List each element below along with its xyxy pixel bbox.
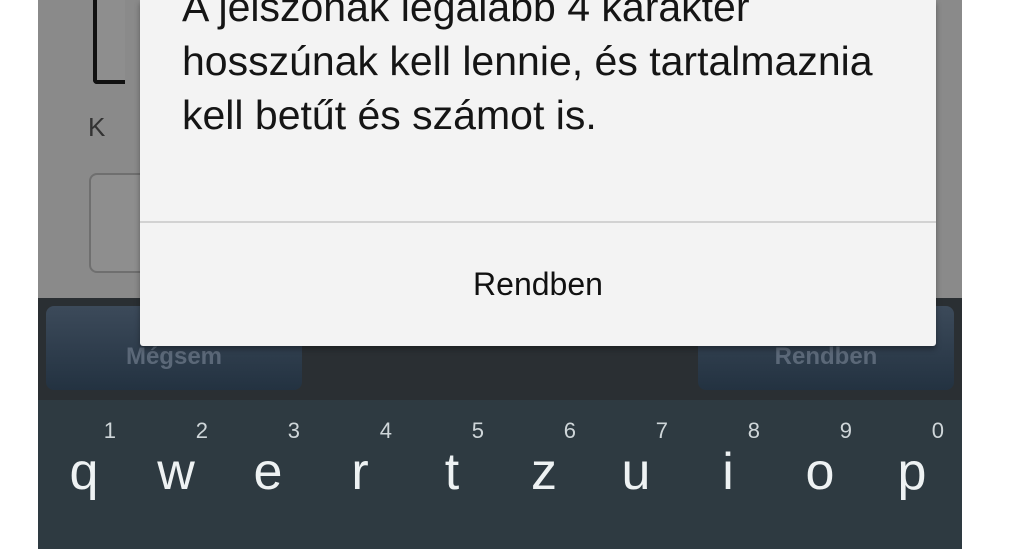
key-number-hint: 5 [471, 418, 484, 443]
key-label: z [531, 443, 557, 501]
phone-screen: K Mégsem Rendben 1 q 2 w 3 e 4 r 5 t 6 z [38, 0, 962, 549]
background-field-top [93, 0, 125, 84]
key-r[interactable]: 4 r [314, 400, 406, 549]
key-w[interactable]: 2 w [130, 400, 222, 549]
key-number-hint: 4 [379, 418, 392, 443]
key-number-hint: 7 [655, 418, 668, 443]
key-label: i [722, 443, 734, 501]
key-t[interactable]: 5 t [406, 400, 498, 549]
key-i[interactable]: 8 i [682, 400, 774, 549]
password-alert-dialog: A jelszónak legalább 4 karakter hosszúna… [140, 0, 936, 346]
key-number-hint: 9 [839, 418, 852, 443]
key-label: t [444, 443, 460, 501]
key-label: o [805, 443, 835, 501]
key-p[interactable]: 0 p [866, 400, 958, 549]
dialog-message: A jelszónak legalább 4 karakter hosszúna… [182, 0, 873, 138]
key-label: r [351, 443, 369, 501]
key-label: q [69, 443, 99, 501]
key-label: w [157, 443, 195, 501]
key-o[interactable]: 9 o [774, 400, 866, 549]
key-number-hint: 6 [563, 418, 576, 443]
key-number-hint: 1 [103, 418, 116, 443]
key-u[interactable]: 7 u [590, 400, 682, 549]
key-label: u [621, 443, 651, 501]
key-label: p [897, 443, 927, 501]
dialog-ok-button[interactable]: Rendben [140, 223, 936, 346]
key-q[interactable]: 1 q [38, 400, 130, 549]
key-number-hint: 0 [931, 418, 944, 443]
soft-keyboard: 1 q 2 w 3 e 4 r 5 t 6 z 7 u 8 i 9 o 0 p [38, 400, 962, 549]
key-number-hint: 8 [747, 418, 760, 443]
key-number-hint: 2 [195, 418, 208, 443]
key-label: e [253, 443, 283, 501]
key-z[interactable]: 6 z [498, 400, 590, 549]
key-e[interactable]: 3 e [222, 400, 314, 549]
background-field-label: K [88, 112, 106, 142]
key-number-hint: 3 [287, 418, 300, 443]
